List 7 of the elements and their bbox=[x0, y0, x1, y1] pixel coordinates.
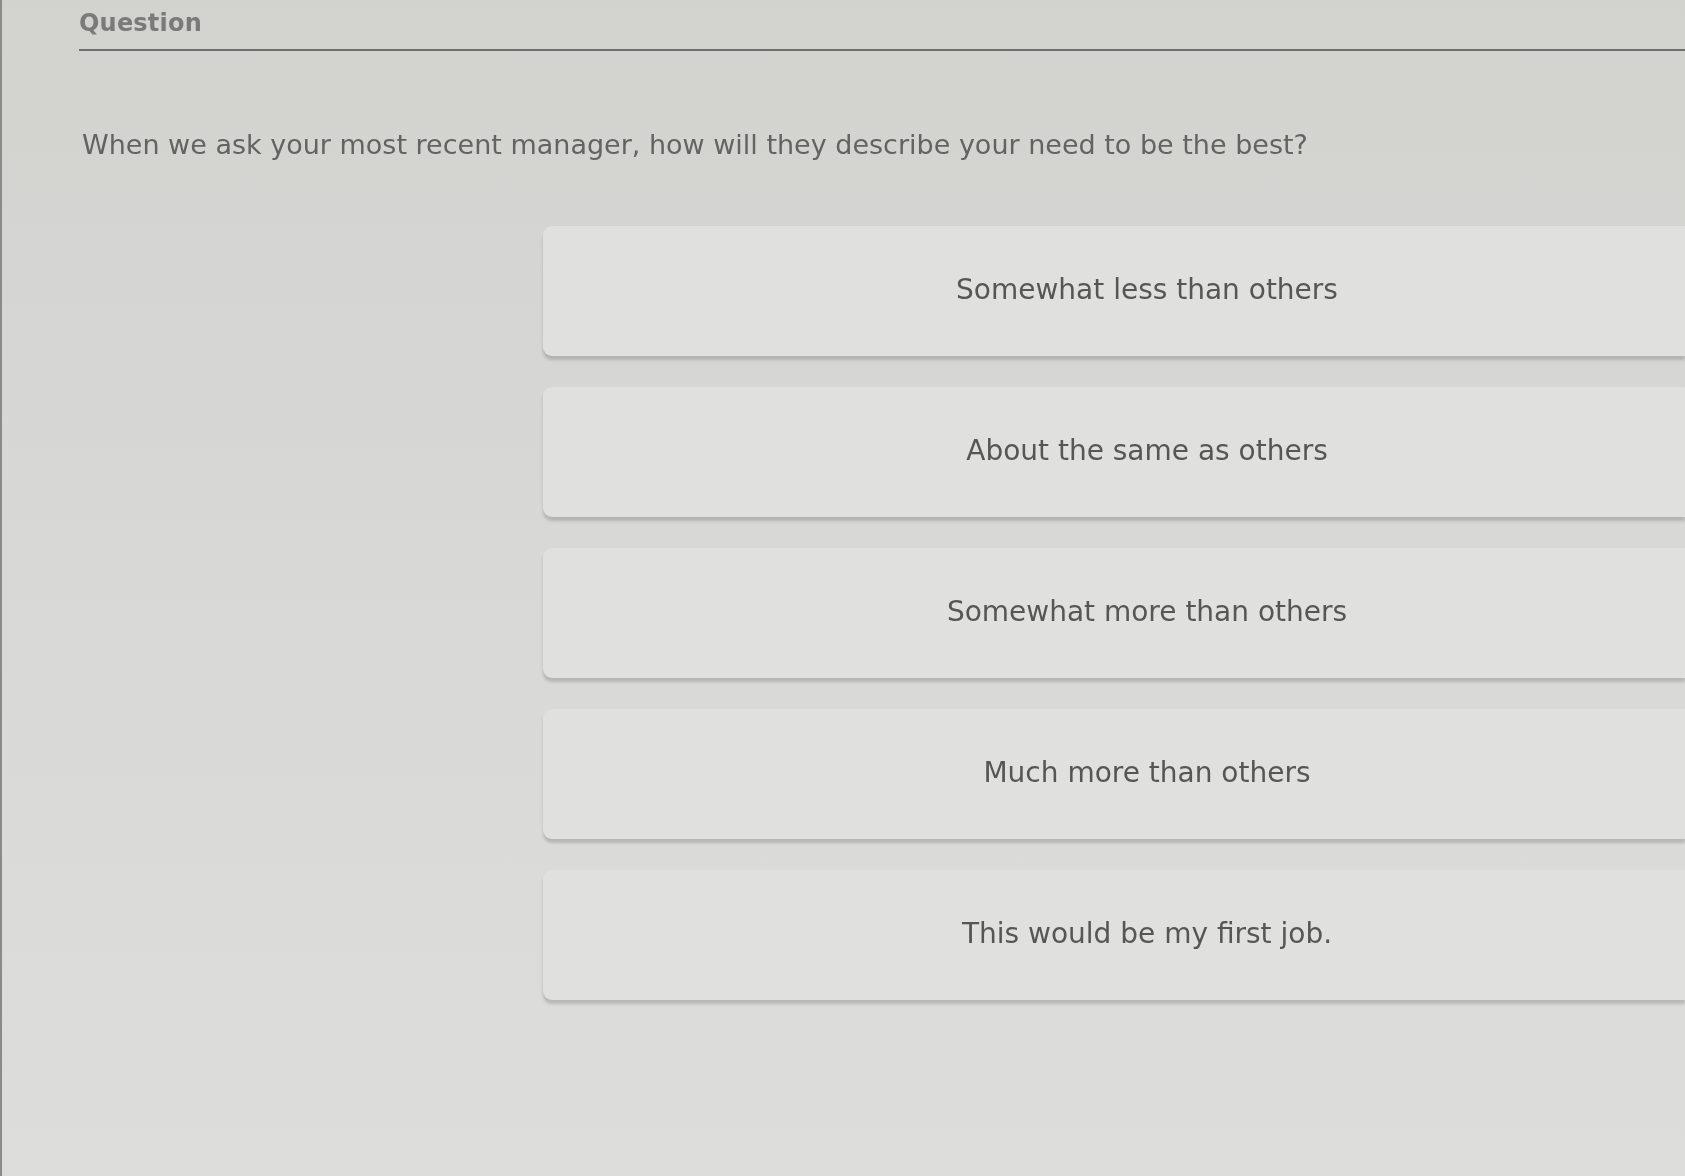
section-title: Question bbox=[79, 9, 202, 37]
question-text: When we ask your most recent manager, how will they describe your need to be the best? bbox=[82, 129, 1308, 160]
answer-option[interactable]: Somewhat more than others bbox=[543, 548, 1685, 678]
answer-option[interactable]: About the same as others bbox=[543, 387, 1685, 517]
answer-option[interactable]: This would be my first job. bbox=[543, 870, 1685, 1000]
answer-option[interactable]: Somewhat less than others bbox=[543, 226, 1685, 356]
answer-option[interactable]: Much more than others bbox=[543, 709, 1685, 839]
